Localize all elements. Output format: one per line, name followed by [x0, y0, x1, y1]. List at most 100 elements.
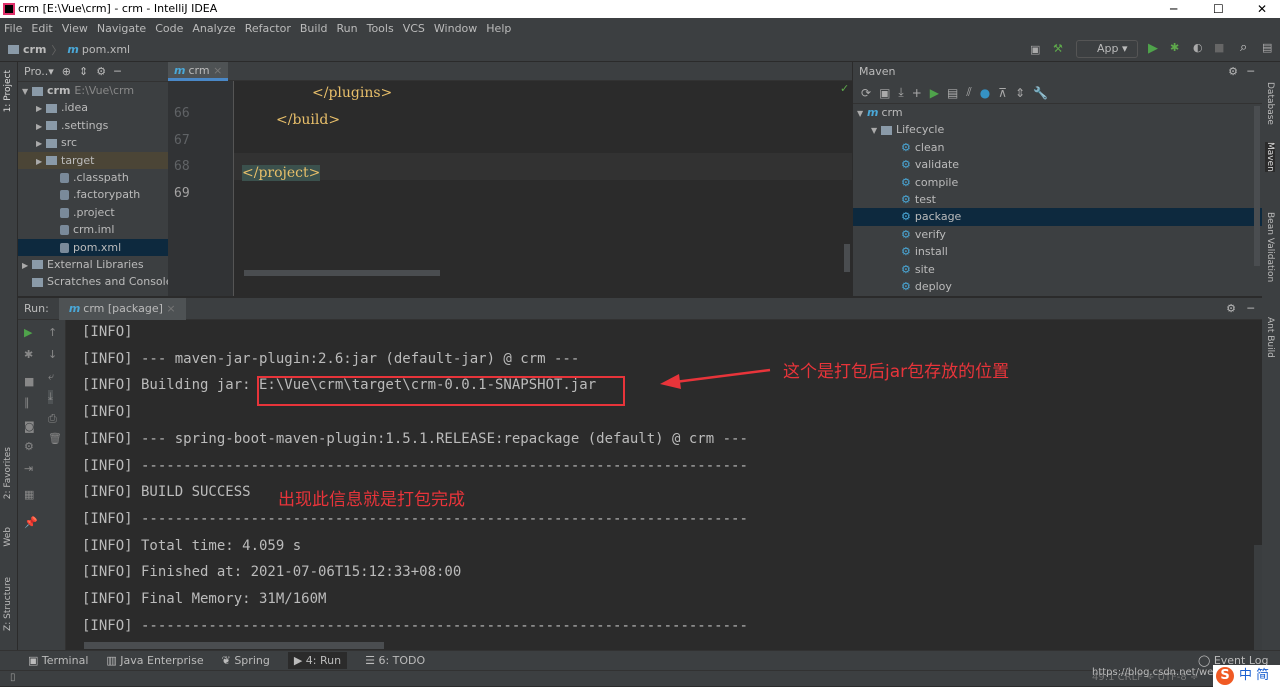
- camera-icon[interactable]: ◙: [24, 420, 35, 433]
- locate-icon[interactable]: ⊕: [62, 65, 71, 78]
- project-tree-item[interactable]: ▶ .idea: [18, 99, 168, 116]
- tool-tab-javaenterprise[interactable]: ▥ Java Enterprise: [106, 654, 203, 667]
- project-tree-item[interactable]: ▼ crm E:\Vue\crm: [18, 82, 168, 99]
- menu-run[interactable]: Run: [337, 22, 358, 35]
- chevron-right-icon[interactable]: ▶: [36, 135, 46, 152]
- stop-icon[interactable]: ■: [1214, 41, 1224, 54]
- breadcrumb-project[interactable]: crm: [23, 43, 46, 56]
- maven-scrollbar[interactable]: [1254, 106, 1260, 266]
- maven-goal-validate[interactable]: ⚙ validate: [853, 156, 1262, 173]
- debug-icon[interactable]: ✱: [1170, 41, 1179, 54]
- settings-icon[interactable]: ⚙: [96, 65, 106, 78]
- breadcrumb-file[interactable]: pom.xml: [82, 43, 130, 56]
- run-config-select[interactable]: App ▾: [1076, 40, 1138, 58]
- project-tree-item[interactable]: ▶ .settings: [18, 117, 168, 134]
- collapse-icon[interactable]: ⇕: [79, 65, 88, 78]
- generate-sources-icon[interactable]: ▣: [879, 86, 890, 100]
- menu-help[interactable]: Help: [486, 22, 511, 35]
- maximize-button[interactable]: ☐: [1213, 0, 1224, 18]
- tool-tab-terminal[interactable]: ▣ Terminal: [28, 654, 88, 667]
- maven-project-crm[interactable]: ▼ m crm: [853, 104, 1262, 121]
- terminal-icon[interactable]: ▣: [1030, 43, 1040, 56]
- hide-icon[interactable]: ─: [1247, 302, 1254, 315]
- horizontal-scrollbar[interactable]: [244, 270, 440, 276]
- download-icon[interactable]: ⤓: [898, 85, 903, 100]
- chevron-right-icon[interactable]: ▶: [36, 100, 46, 117]
- trash-icon[interactable]: 🗑: [48, 432, 62, 445]
- pin-icon[interactable]: 📌: [24, 516, 38, 529]
- bean-validation-tool-tab[interactable]: Bean Validation: [1265, 212, 1275, 282]
- print-icon[interactable]: ⎙: [48, 412, 57, 426]
- maven-lifecycle[interactable]: ▼ Lifecycle: [853, 121, 1262, 138]
- menu-tools[interactable]: Tools: [367, 22, 394, 35]
- project-tree-item[interactable]: .project: [18, 204, 168, 221]
- maven-goal-verify[interactable]: ⚙ verify: [853, 226, 1262, 243]
- maven-goal-deploy[interactable]: ⚙ deploy: [853, 278, 1262, 295]
- project-tree-item[interactable]: pom.xml: [18, 238, 168, 256]
- coverage-icon[interactable]: ◐: [1193, 41, 1203, 54]
- layout-icon[interactable]: ▦: [24, 488, 34, 501]
- database-tool-tab[interactable]: Database: [1265, 82, 1275, 125]
- exit-icon[interactable]: ⇥: [24, 462, 33, 475]
- project-tree-item[interactable]: ▶ External Libraries: [18, 256, 168, 273]
- project-tree-item[interactable]: ▶ src: [18, 134, 168, 151]
- menu-analyze[interactable]: Analyze: [192, 22, 235, 35]
- maven-goal-package[interactable]: ⚙ package: [853, 208, 1262, 226]
- chevron-down-icon[interactable]: ▼: [857, 105, 867, 122]
- menu-file[interactable]: File: [4, 22, 22, 35]
- hide-icon[interactable]: ─: [1247, 62, 1254, 82]
- chevron-down-icon[interactable]: ▼: [871, 122, 881, 139]
- run-goal-icon[interactable]: ▶: [930, 86, 939, 100]
- chevron-right-icon[interactable]: ▶: [36, 118, 46, 135]
- menu-view[interactable]: View: [62, 22, 88, 35]
- project-tree-item[interactable]: ▶ target: [18, 151, 168, 169]
- maven-goal-site[interactable]: ⚙ site: [853, 261, 1262, 278]
- search-icon[interactable]: ⌕: [1240, 40, 1247, 55]
- project-tree-item[interactable]: crm.iml: [18, 221, 168, 238]
- maven-goal-test[interactable]: ⚙ test: [853, 191, 1262, 208]
- maven-tool-tab[interactable]: Maven: [1265, 142, 1275, 172]
- hide-icon[interactable]: ─: [114, 65, 121, 78]
- vertical-scrollbar[interactable]: [844, 244, 850, 272]
- tab-pom-xml[interactable]: m crm ×: [168, 62, 228, 81]
- reload-icon[interactable]: ⟳: [861, 86, 871, 100]
- show-dependencies-icon[interactable]: ⊼: [998, 86, 1007, 100]
- build-hammer-icon[interactable]: ⚒: [1053, 42, 1063, 55]
- menu-window[interactable]: Window: [434, 22, 477, 35]
- settings-icon[interactable]: ⚙: [1228, 62, 1238, 82]
- tool-tab-todo[interactable]: ☰ 6: TODO: [365, 654, 425, 667]
- console-horizontal-scrollbar[interactable]: [84, 642, 384, 649]
- menu-build[interactable]: Build: [300, 22, 328, 35]
- toggle-offline-icon[interactable]: ⫽: [966, 85, 971, 100]
- skip-tests-icon[interactable]: ●: [980, 86, 990, 100]
- project-tree-item[interactable]: .classpath: [18, 169, 168, 186]
- chevron-right-icon[interactable]: ▶: [22, 257, 32, 274]
- menu-refactor[interactable]: Refactor: [245, 22, 291, 35]
- project-tree-item[interactable]: .factorypath: [18, 186, 168, 203]
- run-icon[interactable]: ▶: [1148, 41, 1158, 56]
- soft-wrap-icon[interactable]: ⤶: [48, 370, 54, 384]
- menu-code[interactable]: Code: [155, 22, 183, 35]
- debug-icon[interactable]: ✱: [24, 348, 33, 361]
- tab-crm-package[interactable]: m crm [package] ×: [58, 297, 186, 320]
- project-view-select[interactable]: Pro..▾: [24, 65, 54, 78]
- maven-goal-compile[interactable]: ⚙ compile: [853, 174, 1262, 191]
- menu-navigate[interactable]: Navigate: [97, 22, 146, 35]
- layout-icon[interactable]: ▯: [10, 672, 16, 683]
- tool-tab-spring[interactable]: ❦ Spring: [222, 654, 270, 667]
- rerun-icon[interactable]: ▶: [24, 326, 32, 339]
- down-icon[interactable]: ↓: [48, 348, 57, 361]
- wrench-icon[interactable]: 🔧: [1033, 86, 1048, 100]
- structure-tool-tab[interactable]: Z: Structure: [3, 577, 13, 631]
- close-button[interactable]: ✕: [1257, 0, 1267, 18]
- project-tool-tab[interactable]: 1: Project: [3, 70, 13, 112]
- chevron-down-icon[interactable]: ▼: [22, 83, 32, 100]
- web-tool-tab[interactable]: Web: [3, 527, 13, 547]
- project-structure-icon[interactable]: ▤: [1262, 41, 1272, 54]
- up-icon[interactable]: ↑: [48, 326, 57, 339]
- settings-icon[interactable]: ⚙: [1226, 302, 1236, 315]
- scroll-to-end-icon[interactable]: ⤓: [48, 390, 53, 404]
- add-icon[interactable]: +: [912, 86, 922, 100]
- stop-icon[interactable]: ■: [24, 375, 34, 388]
- maven-goal-clean[interactable]: ⚙ clean: [853, 139, 1262, 156]
